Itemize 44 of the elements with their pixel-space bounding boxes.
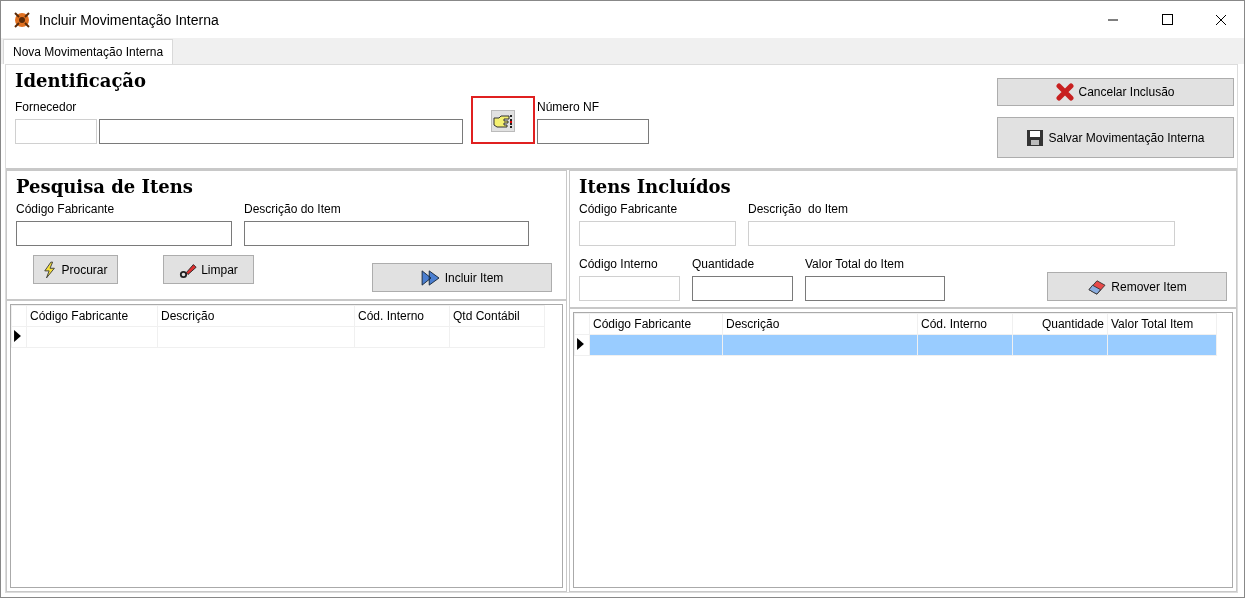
field-label: Número NF (537, 100, 600, 114)
row-pointer-icon (14, 329, 21, 342)
field-label: Descrição do Item (748, 202, 850, 216)
column-header[interactable]: Cód. Interno (354, 305, 450, 327)
field-label: Código Fabricante (579, 202, 679, 216)
column-header[interactable]: Quantidade (1012, 313, 1108, 335)
field-label: Descrição do Item (244, 202, 342, 216)
include-item-button[interactable]: Incluir Item (372, 263, 552, 292)
x-icon (1056, 83, 1075, 101)
cancel-button[interactable]: Cancelar Inclusão (997, 78, 1234, 106)
field-label: Código Interno (579, 257, 659, 271)
section-heading: Identificação (15, 70, 148, 93)
lightning-icon (43, 260, 58, 279)
save-button[interactable]: Salvar Movimentação Interna (997, 117, 1234, 158)
gear-icon (13, 10, 31, 29)
field-label: Valor Total do Item (805, 257, 905, 271)
input-field[interactable] (692, 276, 793, 301)
input-field[interactable] (244, 221, 529, 246)
clear-button[interactable]: Limpar (163, 255, 254, 284)
section-heading: Pesquisa de Itens (16, 176, 194, 199)
column-header[interactable]: Descrição (722, 313, 918, 335)
field-label: Quantidade (692, 257, 756, 271)
column-header[interactable]: Cód. Interno (917, 313, 1013, 335)
column-header[interactable]: Código Fabricante (26, 305, 158, 327)
pointing-hand-icon (493, 113, 513, 129)
eraser-icon (1087, 278, 1108, 295)
supplier-name-field[interactable] (99, 119, 463, 144)
input-field[interactable] (16, 221, 232, 246)
section-heading: Itens Incluídos (579, 176, 732, 199)
remove-item-button[interactable]: Remover Item (1047, 272, 1227, 301)
double-arrow-icon (420, 269, 441, 286)
input-field[interactable] (805, 276, 945, 301)
row-pointer-icon (577, 337, 584, 350)
column-header[interactable]: Descrição (157, 305, 355, 327)
lookup-button[interactable] (491, 110, 515, 132)
column-header[interactable]: Código Fabricante (589, 313, 723, 335)
tab[interactable]: Nova Movimentação Interna (3, 39, 174, 64)
field-label: Fornecedor (15, 100, 78, 114)
column-header[interactable]: Qtd Contábil (449, 305, 545, 327)
window-title: Incluir Movimentação Interna (39, 11, 219, 28)
search-button[interactable]: Procurar (33, 255, 118, 284)
invoice-number-field[interactable] (537, 119, 649, 144)
field-label: Código Fabricante (16, 202, 116, 216)
column-header[interactable]: Valor Total Item (1107, 313, 1217, 335)
